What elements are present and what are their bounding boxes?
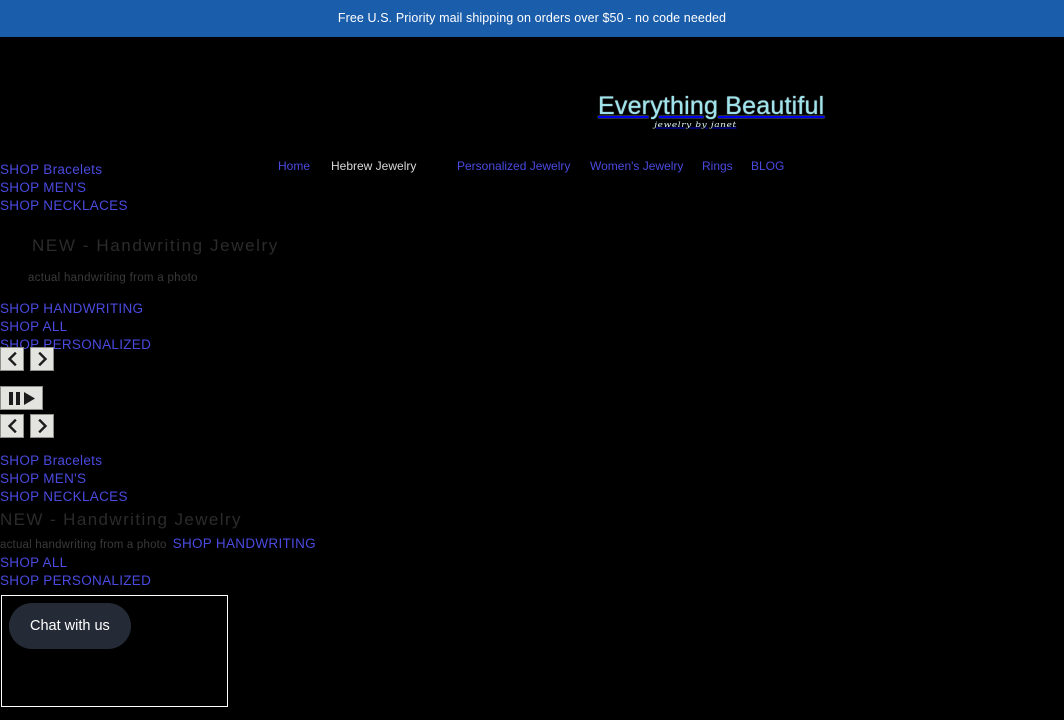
- shop-link-necklaces-secondary[interactable]: SHOP NECKLACES: [0, 488, 1064, 506]
- logo-tagline: jewelry by janet: [654, 120, 737, 130]
- carousel-arrows-bottom: [0, 414, 54, 438]
- chevron-right-icon: [37, 419, 47, 433]
- hero-subheadline: actual handwriting from a photo: [28, 272, 198, 284]
- shop-link-all-secondary[interactable]: SHOP ALL: [0, 554, 1064, 572]
- shop-link-bracelets[interactable]: SHOP Bracelets: [0, 161, 1064, 179]
- shop-link-handwriting-secondary[interactable]: SHOP HANDWRITING: [173, 536, 316, 551]
- hero-shop-links: SHOP HANDWRITING SHOP ALL SHOP PERSONALI…: [0, 300, 1064, 354]
- promo-banner: Free U.S. Priority mail shipping on orde…: [0, 0, 1064, 37]
- shop-link-mens-secondary[interactable]: SHOP MEN'S: [0, 470, 1064, 488]
- hero-headline-secondary: NEW - Handwriting Jewelry: [0, 510, 242, 529]
- chat-widget: Chat with us: [1, 595, 228, 707]
- shop-link-all[interactable]: SHOP ALL: [0, 318, 1064, 336]
- carousel-next-button-secondary[interactable]: [30, 414, 54, 438]
- carousel-prev-button-secondary[interactable]: [0, 414, 24, 438]
- shop-link-necklaces[interactable]: SHOP NECKLACES: [0, 197, 1064, 215]
- pause-play-icon: [8, 391, 35, 405]
- logo-title: Everything Beautiful: [598, 92, 825, 120]
- carousel-playback-controls: [0, 386, 43, 410]
- carousel-next-button[interactable]: [30, 347, 54, 371]
- carousel-prev-button[interactable]: [0, 347, 24, 371]
- hero-subheadline-row: actual handwriting from a photo SHOP HAND…: [0, 535, 1064, 554]
- chat-with-us-button[interactable]: Chat with us: [9, 603, 131, 649]
- chevron-right-icon: [37, 352, 47, 366]
- hero-slide-primary: SHOP Bracelets SHOP MEN'S SHOP NECKLACES…: [0, 161, 1064, 354]
- hero-slide-secondary: SHOP Bracelets SHOP MEN'S SHOP NECKLACES…: [0, 452, 1064, 590]
- shop-link-personalized[interactable]: SHOP PERSONALIZED: [0, 336, 1064, 354]
- carousel-pause-play-button[interactable]: [0, 386, 43, 410]
- site-logo[interactable]: Everything Beautiful jewelry by janet: [598, 92, 825, 130]
- shop-link-bracelets-secondary[interactable]: SHOP Bracelets: [0, 452, 1064, 470]
- site-header: Everything Beautiful jewelry by janet Ho…: [0, 37, 1064, 173]
- hero-subheadline-secondary: actual handwriting from a photo: [0, 539, 167, 551]
- chevron-left-icon: [7, 419, 17, 433]
- shop-link-handwriting[interactable]: SHOP HANDWRITING: [0, 300, 1064, 318]
- promo-banner-text: Free U.S. Priority mail shipping on orde…: [337, 11, 727, 26]
- shop-link-mens[interactable]: SHOP MEN'S: [0, 179, 1064, 197]
- hero-headline: NEW - Handwriting Jewelry: [32, 236, 279, 255]
- chevron-left-icon: [7, 352, 17, 366]
- carousel-arrows-top: [0, 347, 54, 371]
- shop-link-personalized-secondary[interactable]: SHOP PERSONALIZED: [0, 572, 1064, 590]
